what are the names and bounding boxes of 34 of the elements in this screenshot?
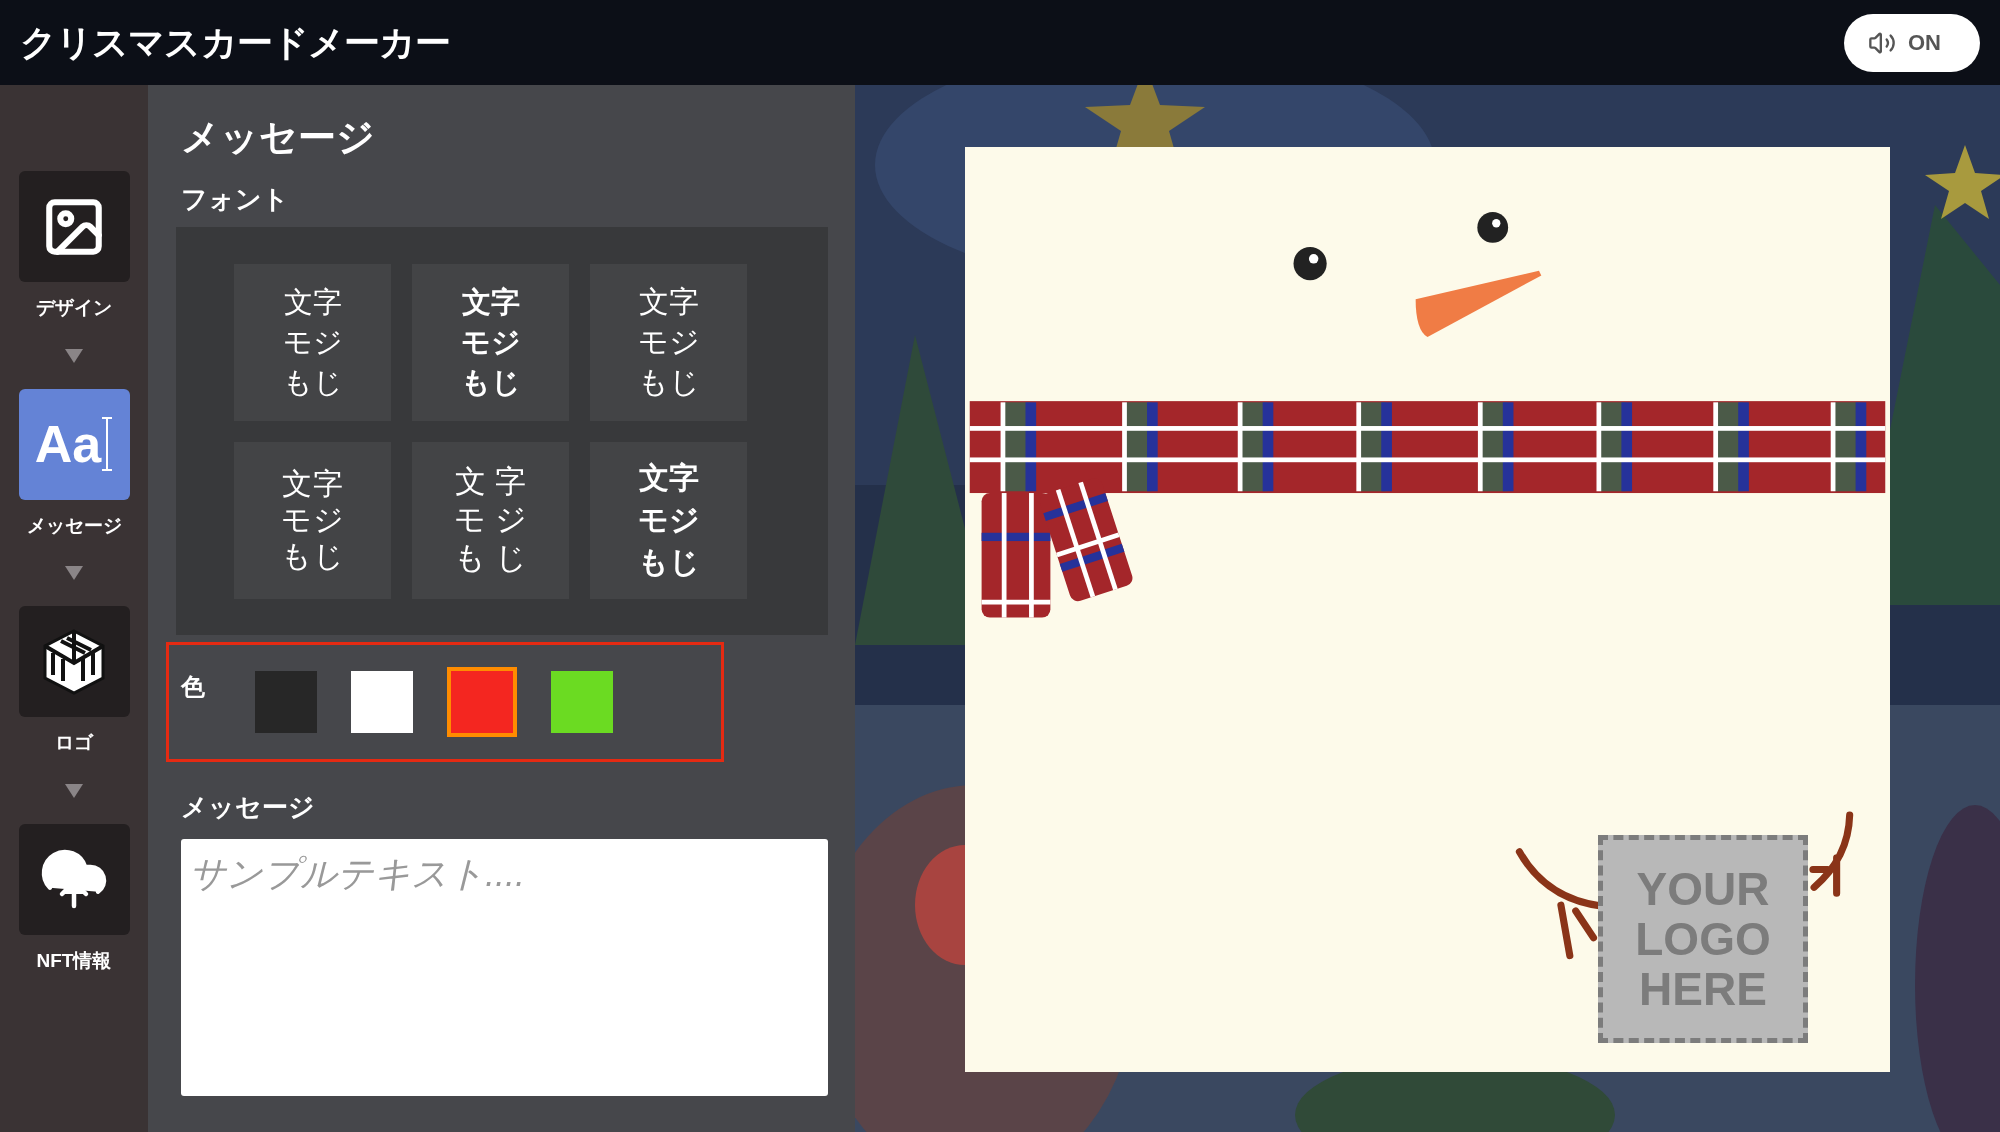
- sidebar-label: NFT情報: [36, 948, 112, 973]
- font-option[interactable]: 文字 モジ もじ: [234, 441, 391, 599]
- logo-placeholder-text: YOUR: [1636, 864, 1770, 914]
- message-input-field[interactable]: サンプルテキスト....: [181, 839, 828, 1096]
- sidebar-label: デザイン: [36, 296, 112, 320]
- logo-placeholder-text: HERE: [1639, 964, 1767, 1014]
- sidebar-item[interactable]: Aa: [18, 388, 130, 500]
- sidebar-item[interactable]: [18, 606, 130, 717]
- font-label: フォント: [181, 183, 290, 216]
- app-title: クリスマスカードメーカー: [20, 20, 451, 65]
- font-option[interactable]: 文字 モジ もじ: [412, 263, 569, 421]
- message-label: メッセージ: [181, 791, 316, 824]
- text-icon: Aa: [34, 418, 102, 470]
- font-option[interactable]: 文字 モジ もじ: [590, 441, 747, 599]
- color-label: 色: [181, 672, 205, 702]
- sound-toggle[interactable]: ON: [1844, 13, 1980, 72]
- sidebar-item[interactable]: [18, 823, 130, 935]
- logo-placeholder-text: LOGO: [1635, 914, 1771, 964]
- font-option[interactable]: 文字 モジ もじ: [234, 263, 391, 421]
- color-swatch[interactable]: [351, 671, 413, 733]
- color-swatch[interactable]: [447, 667, 517, 737]
- sidebar-label: ロゴ: [55, 731, 93, 755]
- down-arrow-icon: [65, 566, 83, 580]
- sidebar-item[interactable]: [18, 171, 130, 282]
- color-swatch[interactable]: [551, 671, 613, 733]
- font-option[interactable]: 文字 モジ もじ: [590, 263, 747, 421]
- text-cursor-icon: [101, 416, 114, 472]
- sidebar-label: メッセージ: [26, 513, 122, 538]
- down-arrow-icon: [65, 348, 83, 363]
- panel-title: メッセージ: [181, 115, 376, 160]
- down-arrow-icon: [65, 783, 83, 798]
- color-swatch[interactable]: [255, 671, 317, 733]
- font-option[interactable]: 文 字 モ ジ も じ: [412, 441, 569, 599]
- cube-logo-icon: [43, 628, 105, 695]
